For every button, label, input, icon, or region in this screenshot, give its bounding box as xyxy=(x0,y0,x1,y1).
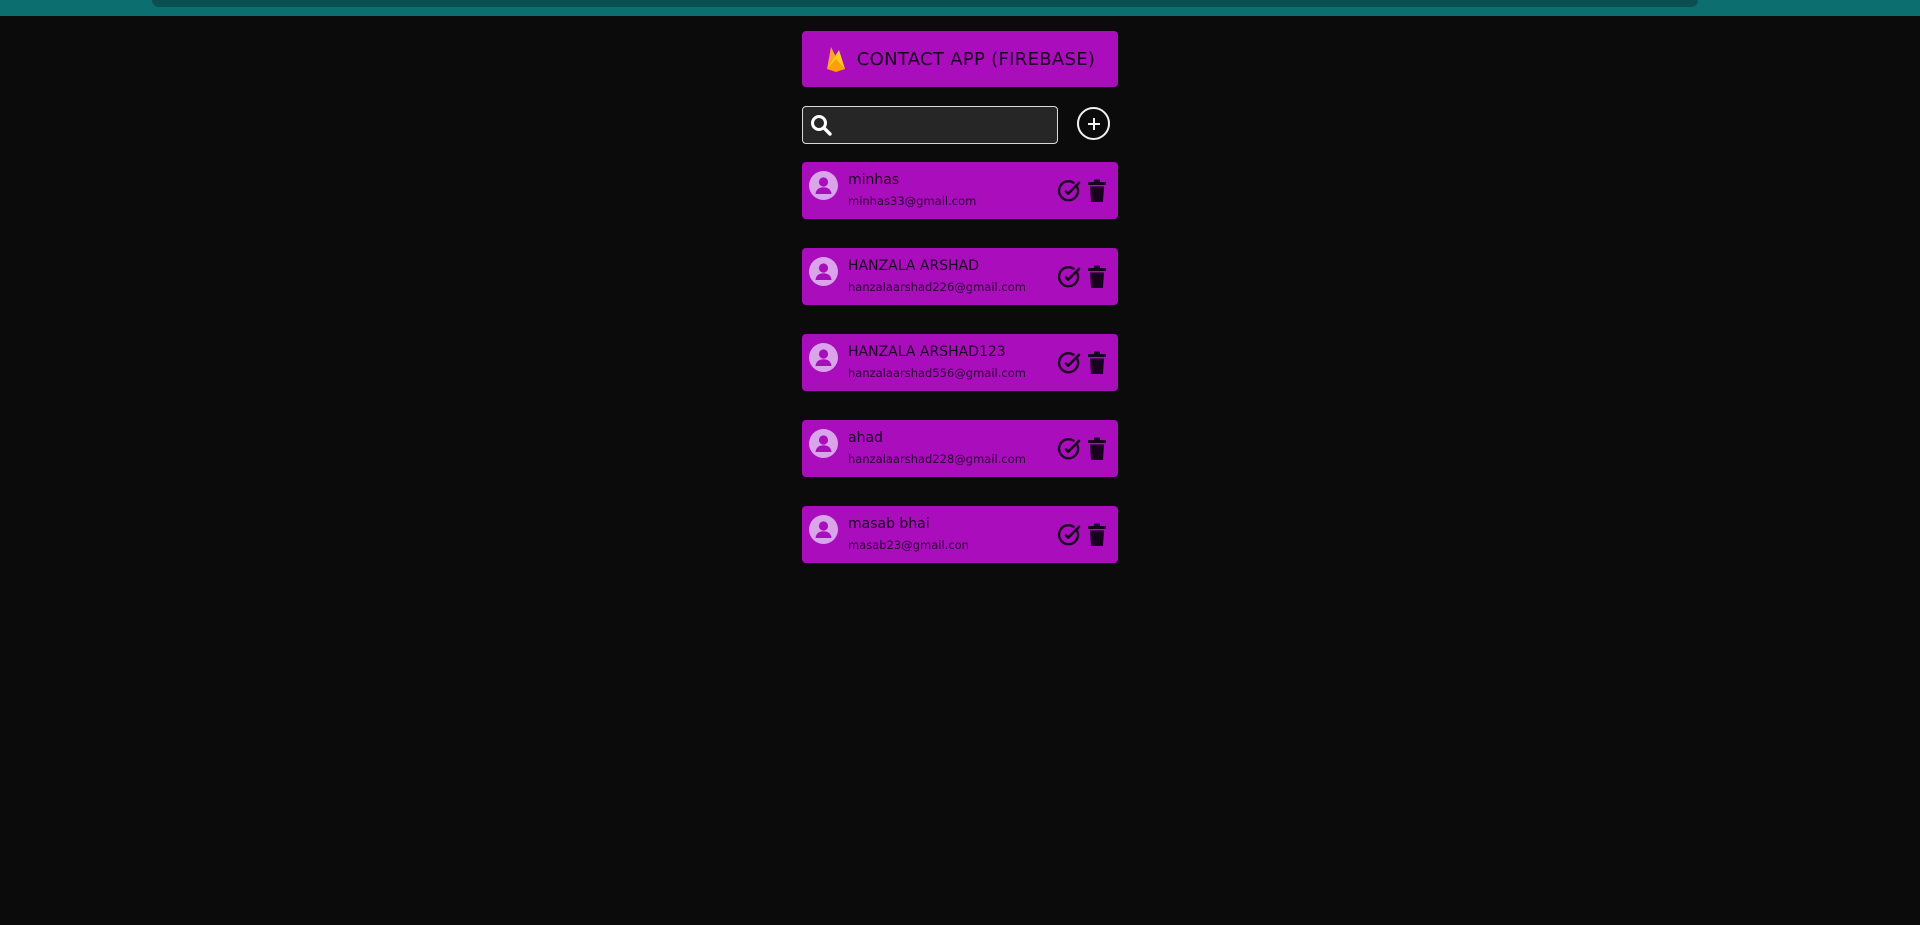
contact-name: ahad xyxy=(848,430,883,446)
search-row xyxy=(802,106,1118,144)
avatar-icon xyxy=(809,343,838,372)
search-box xyxy=(802,106,1058,144)
plus-icon xyxy=(1087,117,1100,130)
contact-card: masab bhai masab23@gmail.con xyxy=(802,506,1118,563)
contact-card: minhas minhas33@gmail.com xyxy=(802,162,1118,219)
avatar-icon xyxy=(809,171,838,200)
edit-icon[interactable] xyxy=(1057,350,1083,376)
contact-card: HANZALA ARSHAD hanzalaarshad226@gmail.co… xyxy=(802,248,1118,305)
edit-icon[interactable] xyxy=(1057,178,1083,204)
avatar-icon xyxy=(809,515,838,544)
trash-icon[interactable] xyxy=(1087,351,1107,375)
edit-icon[interactable] xyxy=(1057,522,1083,548)
contact-card: HANZALA ARSHAD123 hanzalaarshad556@gmail… xyxy=(802,334,1118,391)
edit-icon[interactable] xyxy=(1057,264,1083,290)
contact-email: hanzalaarshad556@gmail.com xyxy=(848,366,1026,380)
contact-email: hanzalaarshad228@gmail.com xyxy=(848,452,1026,466)
trash-icon[interactable] xyxy=(1087,437,1107,461)
contact-list: minhas minhas33@gmail.com HANZALA ARSHAD… xyxy=(802,162,1118,563)
avatar-icon xyxy=(809,429,838,458)
trash-icon[interactable] xyxy=(1087,179,1107,203)
contact-name: masab bhai xyxy=(848,516,930,532)
firebase-flame-icon xyxy=(826,47,845,72)
trash-icon[interactable] xyxy=(1087,265,1107,289)
contact-name: HANZALA ARSHAD123 xyxy=(848,344,1006,360)
contact-card: ahad hanzalaarshad228@gmail.com xyxy=(802,420,1118,477)
contact-name: HANZALA ARSHAD xyxy=(848,258,979,274)
add-contact-button[interactable] xyxy=(1077,107,1110,140)
search-input[interactable] xyxy=(833,110,1057,140)
avatar-icon xyxy=(809,257,838,286)
browser-top-bar-inner xyxy=(152,0,1698,7)
contact-email: hanzalaarshad226@gmail.com xyxy=(848,280,1026,294)
edit-icon[interactable] xyxy=(1057,436,1083,462)
contact-app: CONTACT APP (FIREBASE) minhas minhas33@g… xyxy=(802,31,1118,592)
contact-email: minhas33@gmail.com xyxy=(848,194,977,208)
app-header: CONTACT APP (FIREBASE) xyxy=(802,31,1118,87)
app-title: CONTACT APP (FIREBASE) xyxy=(856,48,1096,70)
browser-top-bar xyxy=(0,0,1920,16)
contact-name: minhas xyxy=(848,172,900,188)
trash-icon[interactable] xyxy=(1087,523,1107,547)
search-icon xyxy=(811,115,832,136)
contact-email: masab23@gmail.con xyxy=(848,538,969,552)
